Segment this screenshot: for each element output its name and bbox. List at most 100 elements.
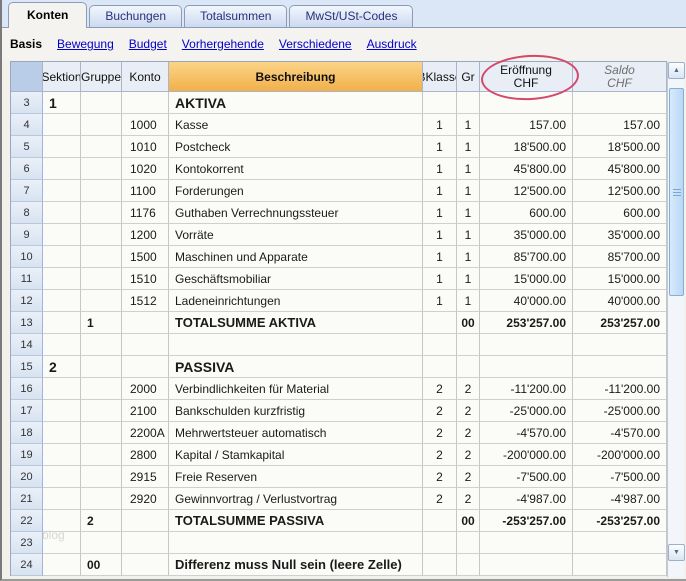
tab-mwst-ust-codes[interactable]: MwSt/USt-Codes — [289, 5, 413, 27]
cell-bklasse[interactable]: 1 — [423, 136, 457, 158]
cell-gruppe[interactable] — [81, 356, 122, 378]
cell-sektion[interactable] — [43, 268, 81, 290]
cell-beschreibung[interactable]: Differenz muss Null sein (leere Zelle) — [169, 554, 423, 576]
header-corner-cell[interactable] — [11, 62, 43, 92]
cell-eroeffnung[interactable]: -253'257.00 — [480, 510, 573, 532]
header-beschreibung[interactable]: Beschreibung — [169, 62, 423, 92]
header-gr[interactable]: Gr — [457, 62, 480, 92]
cell-beschreibung[interactable]: Freie Reserven — [169, 466, 423, 488]
cell-eroeffnung[interactable]: 157.00 — [480, 114, 573, 136]
cell-beschreibung[interactable]: Bankschulden kurzfristig — [169, 400, 423, 422]
cell-bklasse[interactable]: 2 — [423, 422, 457, 444]
cell-saldo[interactable]: 40'000.00 — [573, 290, 667, 312]
cell-eroeffnung[interactable] — [480, 334, 573, 356]
vertical-scrollbar[interactable]: ▲ ▼ — [667, 62, 684, 577]
row-number[interactable]: 5 — [11, 136, 43, 158]
row-number[interactable]: 23 — [11, 532, 43, 554]
cell-gruppe[interactable] — [81, 202, 122, 224]
cell-saldo[interactable]: 85'700.00 — [573, 246, 667, 268]
cell-konto[interactable]: 1010 — [122, 136, 169, 158]
cell-gr[interactable]: 2 — [457, 400, 480, 422]
cell-beschreibung[interactable] — [169, 532, 423, 554]
row-number[interactable]: 12 — [11, 290, 43, 312]
cell-konto[interactable]: 1200 — [122, 224, 169, 246]
cell-gr[interactable] — [457, 554, 480, 576]
cell-gr[interactable]: 2 — [457, 466, 480, 488]
row-number[interactable]: 15 — [11, 356, 43, 378]
cell-sektion[interactable] — [43, 202, 81, 224]
cell-beschreibung[interactable]: TOTALSUMME PASSIVA — [169, 510, 423, 532]
cell-gruppe[interactable] — [81, 532, 122, 554]
cell-saldo[interactable]: -11'200.00 — [573, 378, 667, 400]
cell-bklasse[interactable] — [423, 532, 457, 554]
cell-sektion[interactable] — [43, 180, 81, 202]
cell-beschreibung[interactable]: Maschinen und Apparate — [169, 246, 423, 268]
scroll-up-icon[interactable]: ▲ — [668, 62, 685, 79]
cell-saldo[interactable]: 15'000.00 — [573, 268, 667, 290]
cell-eroeffnung[interactable]: 85'700.00 — [480, 246, 573, 268]
cell-sektion[interactable] — [43, 114, 81, 136]
row-number[interactable]: 4 — [11, 114, 43, 136]
cell-konto[interactable] — [122, 554, 169, 576]
cell-bklasse[interactable]: 1 — [423, 290, 457, 312]
cell-bklasse[interactable]: 2 — [423, 378, 457, 400]
cell-bklasse[interactable]: 1 — [423, 180, 457, 202]
row-number[interactable]: 11 — [11, 268, 43, 290]
row-number[interactable]: 22 — [11, 510, 43, 532]
cell-beschreibung[interactable]: Gewinnvortrag / Verlustvortrag — [169, 488, 423, 510]
view-basis[interactable]: Basis — [10, 37, 42, 51]
cell-sektion[interactable] — [43, 422, 81, 444]
cell-gruppe[interactable]: 1 — [81, 312, 122, 334]
cell-beschreibung[interactable]: Kasse — [169, 114, 423, 136]
cell-sektion[interactable] — [43, 554, 81, 576]
cell-konto[interactable] — [122, 312, 169, 334]
cell-sektion[interactable] — [43, 312, 81, 334]
cell-eroeffnung[interactable]: 35'000.00 — [480, 224, 573, 246]
cell-bklasse[interactable] — [423, 510, 457, 532]
tab-konten[interactable]: Konten — [8, 2, 87, 28]
cell-sektion[interactable] — [43, 378, 81, 400]
cell-sektion[interactable] — [43, 444, 81, 466]
cell-konto[interactable] — [122, 532, 169, 554]
cell-bklasse[interactable] — [423, 334, 457, 356]
cell-eroeffnung[interactable]: 15'000.00 — [480, 268, 573, 290]
cell-bklasse[interactable] — [423, 92, 457, 114]
view-verschiedene[interactable]: Verschiedene — [279, 37, 352, 51]
cell-gruppe[interactable] — [81, 488, 122, 510]
cell-eroeffnung[interactable] — [480, 532, 573, 554]
cell-konto[interactable] — [122, 92, 169, 114]
cell-beschreibung[interactable]: Geschäftsmobiliar — [169, 268, 423, 290]
cell-konto[interactable]: 2920 — [122, 488, 169, 510]
cell-sektion[interactable] — [43, 224, 81, 246]
cell-bklasse[interactable] — [423, 312, 457, 334]
cell-gr[interactable] — [457, 532, 480, 554]
cell-gr[interactable]: 2 — [457, 444, 480, 466]
cell-bklasse[interactable]: 1 — [423, 158, 457, 180]
cell-saldo[interactable]: -7'500.00 — [573, 466, 667, 488]
header-konto[interactable]: Konto — [122, 62, 169, 92]
cell-saldo[interactable]: 35'000.00 — [573, 224, 667, 246]
cell-konto[interactable]: 2915 — [122, 466, 169, 488]
cell-konto[interactable]: 1510 — [122, 268, 169, 290]
row-number[interactable]: 7 — [11, 180, 43, 202]
cell-konto[interactable]: 1020 — [122, 158, 169, 180]
cell-konto[interactable]: 2200A — [122, 422, 169, 444]
cell-beschreibung[interactable] — [169, 334, 423, 356]
cell-saldo[interactable]: -253'257.00 — [573, 510, 667, 532]
row-number[interactable]: 19 — [11, 444, 43, 466]
view-bewegung[interactable]: Bewegung — [57, 37, 114, 51]
row-number[interactable]: 13 — [11, 312, 43, 334]
cell-saldo[interactable]: -4'570.00 — [573, 422, 667, 444]
cell-sektion[interactable] — [43, 136, 81, 158]
cell-gruppe[interactable] — [81, 400, 122, 422]
view-budget[interactable]: Budget — [129, 37, 167, 51]
cell-beschreibung[interactable]: Kapital / Stamkapital — [169, 444, 423, 466]
cell-beschreibung[interactable]: PASSIVA — [169, 356, 423, 378]
cell-gruppe[interactable] — [81, 114, 122, 136]
header-bklasse[interactable]: BKlasse — [423, 62, 457, 92]
cell-beschreibung[interactable]: Kontokorrent — [169, 158, 423, 180]
cell-eroeffnung[interactable]: 253'257.00 — [480, 312, 573, 334]
cell-saldo[interactable] — [573, 334, 667, 356]
cell-eroeffnung[interactable]: -11'200.00 — [480, 378, 573, 400]
cell-saldo[interactable]: -200'000.00 — [573, 444, 667, 466]
